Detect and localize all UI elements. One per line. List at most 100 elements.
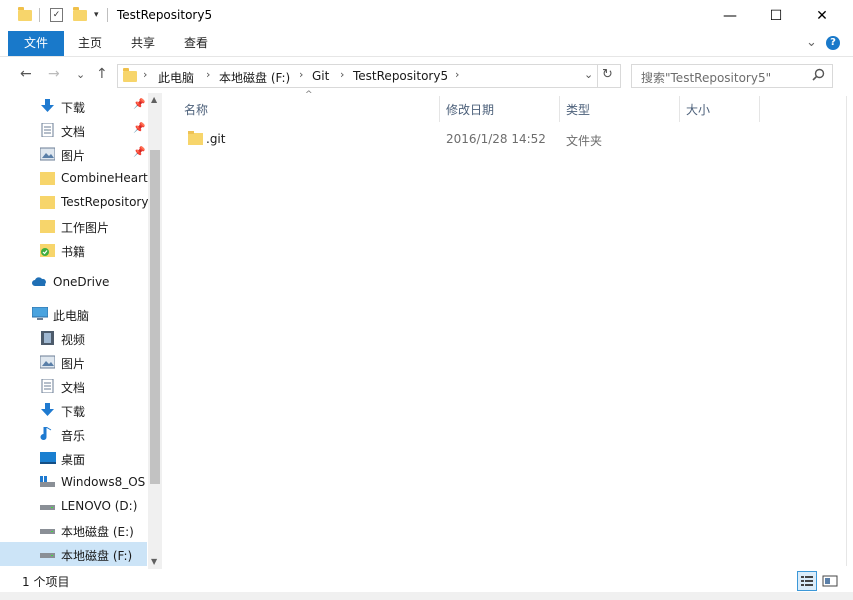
pin-icon[interactable]: 📌 <box>133 147 145 158</box>
sidebar-item-downloads-pinned[interactable]: 下载 📌 <box>0 94 147 118</box>
tab-share[interactable]: 共享 <box>127 31 159 56</box>
drive-os-icon <box>40 475 55 489</box>
sidebar-item-downloads[interactable]: 下载 <box>0 398 147 422</box>
scrollbar-thumb[interactable] <box>150 150 160 484</box>
expand-ribbon-icon[interactable]: ⌄ <box>806 35 817 50</box>
sidebar-item-books[interactable]: 书籍 <box>0 238 147 262</box>
sidebar-item-pictures[interactable]: 图片 <box>0 350 147 374</box>
properties-icon[interactable]: ✓ <box>50 8 63 22</box>
sidebar-item-this-pc[interactable]: 此电脑 <box>0 302 147 326</box>
refresh-button[interactable]: ↻ <box>602 67 613 82</box>
scroll-down-icon[interactable]: ▼ <box>151 557 157 566</box>
column-divider[interactable] <box>679 96 680 122</box>
up-button[interactable]: ↑ <box>96 66 108 82</box>
breadcrumb-separator[interactable]: › <box>455 68 459 81</box>
search-box[interactable]: 搜索"TestRepository5" <box>631 64 833 88</box>
book-folder-icon <box>40 243 55 257</box>
sidebar-item-label: 本地磁盘 (E:) <box>61 525 134 539</box>
breadcrumb-separator: › <box>143 68 148 81</box>
video-icon <box>40 331 55 345</box>
sidebar-item-desktop[interactable]: 桌面 <box>0 446 147 470</box>
sidebar-item-label: 此电脑 <box>53 309 90 323</box>
column-divider[interactable] <box>759 96 760 122</box>
tab-home[interactable]: 主页 <box>74 31 106 56</box>
maximize-button[interactable]: ☐ <box>753 0 799 31</box>
computer-icon <box>31 306 49 321</box>
sidebar-item-documents-pinned[interactable]: 文档 📌 <box>0 118 147 142</box>
scroll-up-icon[interactable]: ▲ <box>151 95 157 104</box>
folder-icon <box>40 219 55 233</box>
column-divider[interactable] <box>439 96 440 122</box>
tab-view[interactable]: 查看 <box>180 31 212 56</box>
recent-locations-button[interactable]: ⌄ <box>76 68 85 81</box>
title-bar: ✓ ▾ TestRepository5 — ☐ ✕ <box>0 0 853 31</box>
sidebar-item-windows8-os[interactable]: Windows8_OS <box>0 470 147 494</box>
minimize-button[interactable]: — <box>707 0 753 31</box>
taskbar-strip <box>0 592 853 600</box>
sidebar-item-label: 图片 <box>61 149 86 163</box>
breadcrumb-separator[interactable]: › <box>299 68 303 81</box>
download-icon <box>40 403 55 417</box>
column-header-modified[interactable]: 修改日期 <box>446 101 494 118</box>
details-view-button[interactable] <box>797 571 817 591</box>
column-divider[interactable] <box>559 96 560 122</box>
breadcrumb-separator[interactable]: › <box>340 68 344 81</box>
document-icon <box>40 122 55 138</box>
divider <box>107 8 108 22</box>
picture-icon <box>39 147 56 161</box>
sidebar-item-testrepository[interactable]: TestRepository <box>0 190 149 214</box>
cloud-icon <box>32 275 47 289</box>
breadcrumb-drive-f[interactable]: 本地磁盘 (F:) <box>219 69 290 86</box>
sidebar-item-label: 音乐 <box>61 429 86 443</box>
sidebar-item-label: 本地磁盘 (F:) <box>61 549 133 563</box>
picture-icon <box>39 355 56 369</box>
sidebar-item-label: 工作图片 <box>61 221 110 235</box>
sidebar-item-music[interactable]: 音乐 <box>0 422 147 446</box>
large-icons-view-button[interactable] <box>820 571 840 591</box>
sidebar-item-combineheart[interactable]: CombineHeart <box>0 166 148 190</box>
pin-icon[interactable]: 📌 <box>133 99 145 110</box>
sidebar-item-label: 桌面 <box>61 453 86 467</box>
search-input[interactable]: 搜索"TestRepository5" <box>641 69 771 86</box>
pin-icon[interactable]: 📌 <box>133 123 145 134</box>
column-header-name[interactable]: 名称 <box>184 101 208 118</box>
item-count: 1 个项目 <box>22 575 70 589</box>
new-folder-icon[interactable] <box>73 7 87 22</box>
column-header-size[interactable]: 大小 <box>686 101 710 118</box>
tab-file[interactable]: 文件 <box>8 31 64 56</box>
breadcrumb-testrepository5[interactable]: TestRepository5 <box>353 69 448 83</box>
help-icon[interactable]: ? <box>826 36 840 50</box>
navigation-pane: 下载 📌 文档 📌 图片 📌 CombineHeart TestReposito… <box>0 93 162 569</box>
sidebar-item-onedrive[interactable]: OneDrive <box>0 270 147 294</box>
folder-icon <box>40 195 55 209</box>
address-bar[interactable]: › 此电脑 › 本地磁盘 (F:) › Git › TestRepository… <box>117 64 621 88</box>
search-icon[interactable] <box>812 68 825 81</box>
sidebar-item-drive-d[interactable]: LENOVO (D:) <box>0 494 147 518</box>
sidebar-item-label: 图片 <box>61 357 86 371</box>
sidebar-item-documents[interactable]: 文档 <box>0 374 147 398</box>
file-name: .git <box>206 132 226 146</box>
sidebar-item-work-pictures[interactable]: 工作图片 <box>0 214 147 238</box>
breadcrumb-git[interactable]: Git <box>312 69 329 83</box>
sidebar-item-label: LENOVO (D:) <box>61 499 138 513</box>
column-header-type[interactable]: 类型 <box>566 101 590 118</box>
sidebar-item-drive-e[interactable]: 本地磁盘 (E:) <box>0 518 147 542</box>
breadcrumb-this-pc[interactable]: 此电脑 <box>158 69 194 86</box>
sidebar-item-videos[interactable]: 视频 <box>0 326 147 350</box>
sort-ascending-icon: ^ <box>305 90 313 100</box>
sidebar-item-label: 下载 <box>61 405 86 419</box>
breadcrumb-separator[interactable]: › <box>206 68 210 81</box>
sidebar-item-pictures-pinned[interactable]: 图片 📌 <box>0 142 147 166</box>
address-history-icon[interactable]: ⌄ <box>584 68 593 81</box>
sidebar-item-drive-f[interactable]: 本地磁盘 (F:) <box>0 542 147 566</box>
back-button[interactable]: ← <box>20 66 32 82</box>
customize-toolbar-icon[interactable]: ▾ <box>94 10 108 24</box>
table-row[interactable]: .git 2016/1/28 14:52 文件夹 <box>176 126 766 150</box>
folder-icon <box>188 131 203 145</box>
drive-icon <box>40 499 55 513</box>
close-button[interactable]: ✕ <box>799 0 845 31</box>
forward-button[interactable]: → <box>48 66 60 82</box>
window-edge <box>846 96 853 566</box>
sidebar-item-label: CombineHeart <box>61 171 148 185</box>
sidebar-item-label: TestRepository <box>61 195 149 209</box>
